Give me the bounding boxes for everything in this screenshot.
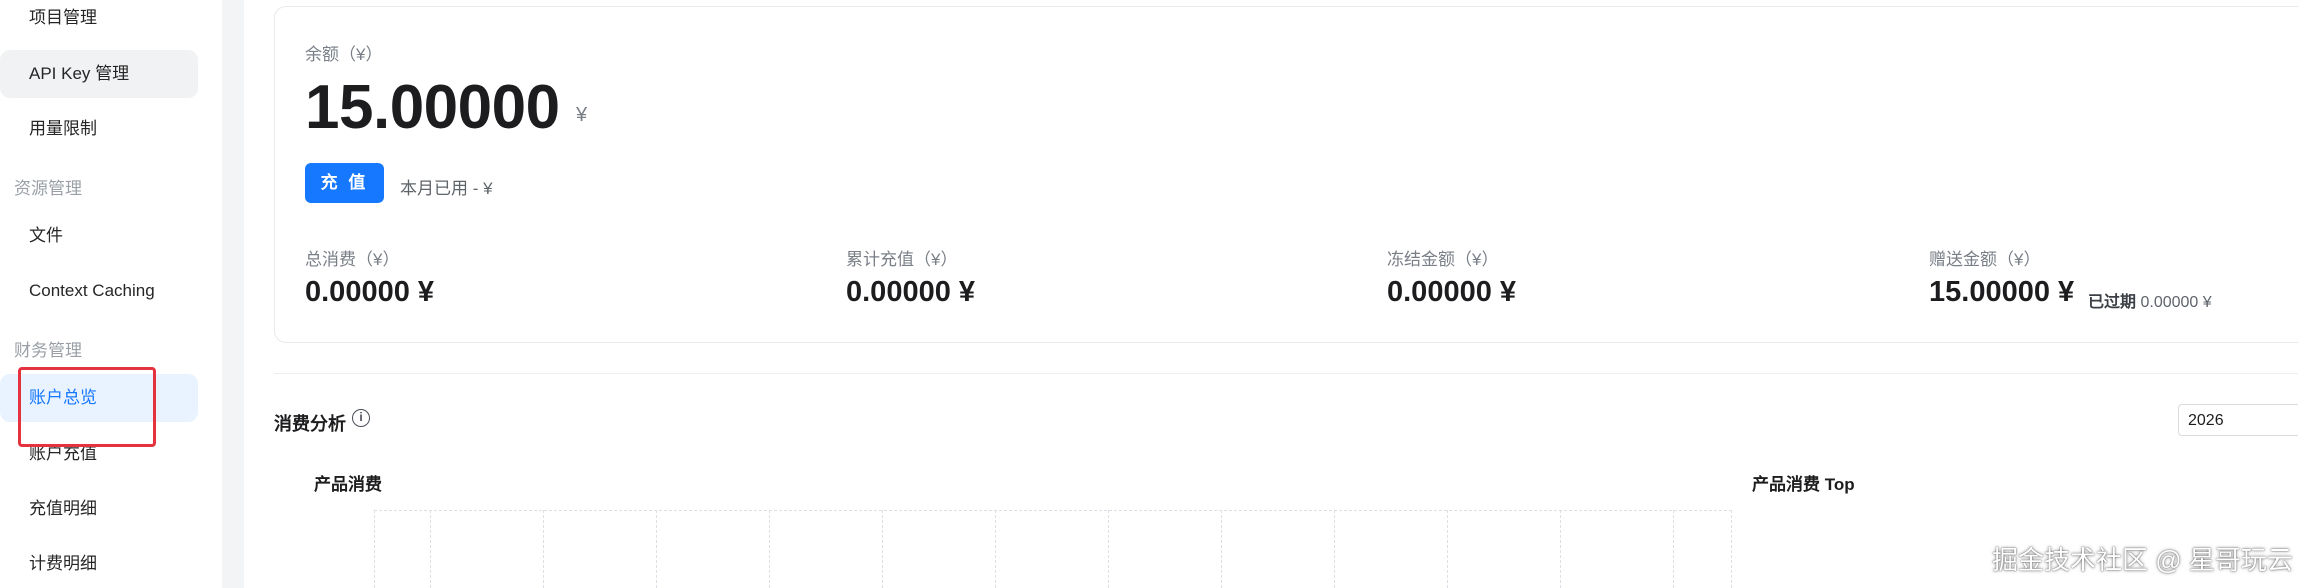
frozen-amount-label: 冻结金额（¥）: [1387, 250, 1499, 269]
chart-grid-line: [1447, 510, 1448, 588]
total-spend-value: 0.00000 ¥: [305, 276, 435, 308]
total-recharge-label: 累计充值（¥）: [846, 250, 958, 269]
sidebar-item-usage-limits[interactable]: 用量限制: [0, 105, 198, 153]
sidebar-item-files[interactable]: 文件: [0, 212, 198, 260]
chart-grid-top: [374, 510, 1732, 511]
balance-label: 余额（¥）: [305, 45, 383, 64]
chart-grid-line: [1673, 510, 1674, 588]
section-divider: [274, 373, 2298, 374]
sidebar-group-finance: 财务管理: [14, 341, 82, 360]
chart-grid-line: [882, 510, 883, 588]
chart-grid-line: [1731, 510, 1732, 588]
month-used-text: 本月已用 - ¥: [400, 179, 493, 198]
info-icon[interactable]: i: [352, 409, 370, 427]
chart-grid-line: [1334, 510, 1335, 588]
balance-value: 15.00000: [305, 73, 560, 142]
chart-grid-line: [995, 510, 996, 588]
chart-grid-line: [543, 510, 544, 588]
sidebar-divider: [222, 0, 244, 588]
sidebar-item-api-keys[interactable]: API Key 管理: [0, 50, 198, 98]
chart-grid-line: [374, 510, 375, 588]
year-select[interactable]: 2026: [2178, 404, 2298, 436]
chart-grid-line: [1560, 510, 1561, 588]
chart-grid-line: [769, 510, 770, 588]
expired-label: 已过期: [2088, 294, 2137, 311]
expired-value: 0.00000 ¥: [2140, 294, 2212, 311]
frozen-amount-value: 0.00000 ¥: [1387, 276, 1517, 308]
highlight-annotation-box: [18, 367, 156, 447]
watermark: 掘金技术社区 @ 星哥玩云: [1992, 545, 2293, 575]
sidebar-item-projects[interactable]: 项目管理: [0, 0, 198, 42]
sidebar-item-context-caching[interactable]: Context Caching: [0, 267, 198, 315]
balance-unit: ¥: [576, 104, 588, 126]
product-consumption-chart: [374, 510, 1732, 588]
expired-gift: 已过期 0.00000 ¥: [2088, 288, 2212, 312]
chart-grid-line: [430, 510, 431, 588]
total-recharge-value: 0.00000 ¥: [846, 276, 976, 308]
gift-amount-label: 赠送金额（¥）: [1929, 250, 2041, 269]
sidebar-group-resources: 资源管理: [14, 179, 82, 198]
chart-grid-line: [656, 510, 657, 588]
consumption-analysis-title: 消费分析: [274, 414, 346, 434]
product-consumption-top-title: 产品消费 Top: [1752, 475, 1855, 494]
gift-amount-value: 15.00000 ¥: [1929, 276, 2075, 308]
chart-grid-line: [1108, 510, 1109, 588]
recharge-button[interactable]: 充 值: [305, 163, 384, 203]
chart-grid-line: [1221, 510, 1222, 588]
product-consumption-title: 产品消费: [314, 475, 382, 494]
sidebar-item-recharge-details[interactable]: 充值明细: [0, 485, 198, 533]
sidebar: 项目管理 API Key 管理 用量限制 资源管理 文件 Context Cac…: [0, 0, 222, 588]
sidebar-item-billing-details[interactable]: 计费明细: [0, 540, 198, 588]
total-spend-label: 总消费（¥）: [305, 250, 400, 269]
